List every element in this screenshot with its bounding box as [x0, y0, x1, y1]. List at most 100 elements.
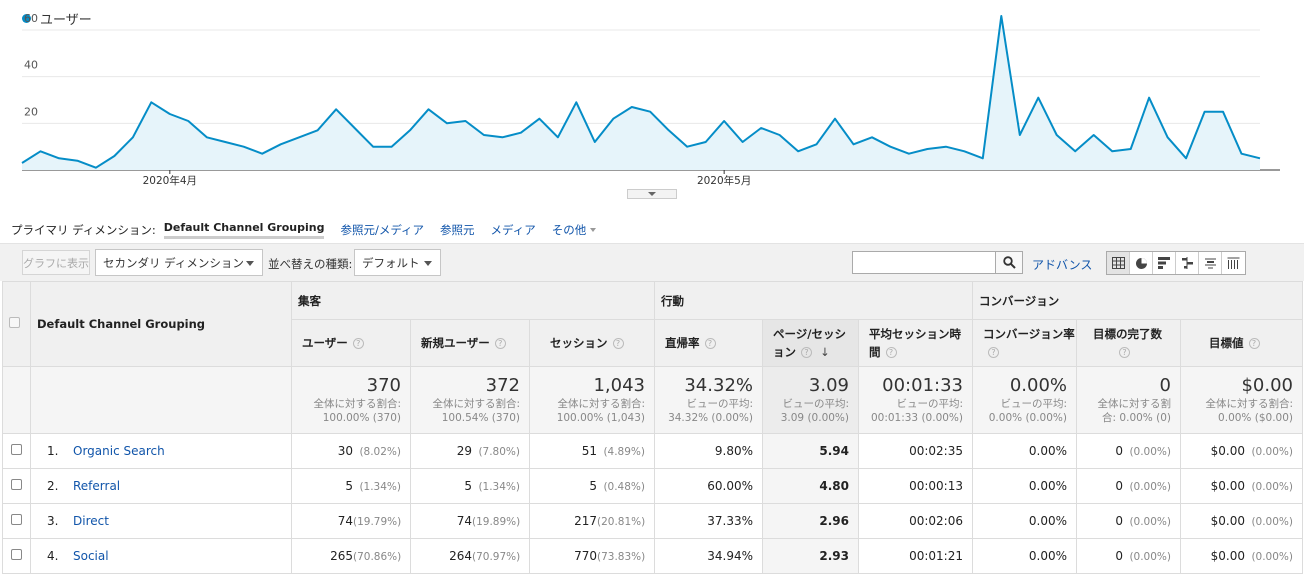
new-users-value: 29 [456, 444, 472, 458]
conversion-rate-value: 0.00% [1028, 549, 1067, 563]
conversion-rate-cell: 0.00% [972, 468, 1077, 504]
x-tick-label: 2020年5月 [697, 174, 751, 187]
help-icon[interactable]: ? [801, 347, 812, 358]
total-value: 370 [366, 375, 401, 396]
goal-value-value: $0.00 [1210, 444, 1245, 458]
table-row: 4. Social 265(70.86%) 264(70.97%) 770(73.83%… [2, 538, 1303, 574]
total-cell: 372 全体に対する割合: 100.54% (370) [410, 366, 530, 434]
column-label: 目標値 [1209, 336, 1244, 350]
channel-link[interactable]: Referral [73, 479, 120, 493]
sessions-cell: 770(73.83%) [529, 538, 655, 574]
column-header-goal-value[interactable]: 目標値? [1180, 319, 1303, 367]
goal-value-value: $0.00 [1210, 549, 1245, 563]
sort-type-select[interactable]: デフォルト [354, 249, 441, 276]
conversion-rate-value: 0.00% [1028, 444, 1067, 458]
totals-label-cell [30, 366, 292, 434]
row-checkbox-cell [2, 503, 31, 539]
plot-rows-button[interactable]: グラフに表示 [22, 250, 90, 275]
view-pivot-button[interactable] [1222, 252, 1245, 274]
column-header-avg-session-duration[interactable]: 平均セッション時間? [858, 319, 973, 367]
channel-link[interactable]: Direct [73, 514, 109, 528]
help-icon[interactable]: ? [352, 338, 364, 349]
column-header-bounce-rate[interactable]: 直帰率? [654, 319, 763, 367]
avg-session-duration-value: 00:00:13 [909, 479, 963, 493]
pie-chart-icon [1135, 257, 1147, 269]
column-label: 目標の完了数 [1093, 327, 1162, 341]
advanced-filter-link[interactable]: アドバンス [1032, 256, 1092, 273]
select-all-checkbox[interactable] [9, 317, 20, 328]
total-caption-detail: 34.32% (0.00%) [668, 412, 753, 424]
caret-down-icon [424, 261, 432, 266]
total-caption: 全体に対する割 [1097, 398, 1172, 410]
secondary-dimension-select[interactable]: セカンダリ ディメンション [95, 249, 263, 276]
help-icon[interactable]: ? [612, 338, 624, 349]
sessions-value: 217 [574, 514, 597, 528]
sort-type-value: デフォルト [362, 255, 420, 270]
pages-per-session-cell: 4.80 [762, 468, 859, 504]
total-cell: 34.32% ビューの平均: 34.32% (0.00%) [654, 366, 763, 434]
chart-collapse-handle[interactable] [627, 189, 677, 199]
view-performance-button[interactable] [1153, 252, 1176, 274]
total-caption-detail: 0.00% (0.00%) [988, 412, 1067, 424]
total-value: 34.32% [684, 375, 753, 396]
help-icon[interactable]: ? [1248, 338, 1260, 349]
row-checkbox[interactable] [11, 479, 22, 490]
column-header-users[interactable]: ユーザー? [291, 319, 411, 367]
channel-link[interactable]: Organic Search [73, 444, 165, 458]
goal-completions-value: 0 [1115, 514, 1123, 528]
percent-of-total: (0.48%) [603, 481, 645, 493]
total-caption-detail: 00:01:33 (0.00%) [870, 412, 963, 424]
column-header-new-users[interactable]: 新規ユーザー? [410, 319, 530, 367]
table-search-input[interactable] [852, 251, 996, 274]
group-header-acquisition: 集客 [291, 281, 655, 320]
dimension-medium[interactable]: メディア [491, 222, 536, 238]
users-value: 30 [337, 444, 353, 458]
total-cell: 00:01:33 ビューの平均: 00:01:33 (0.00%) [858, 366, 973, 434]
term-cloud-icon [1204, 258, 1216, 269]
dimension-column-header[interactable]: Default Channel Grouping [30, 281, 292, 367]
dimension-source[interactable]: 参照元 [440, 222, 475, 238]
totals-checkbox-cell [2, 366, 31, 434]
row-checkbox[interactable] [11, 444, 22, 455]
column-header-conversion-rate[interactable]: コンバージョン率? [972, 319, 1077, 367]
column-header-sessions[interactable]: セッション? [529, 319, 655, 367]
row-checkbox[interactable] [11, 514, 22, 525]
channel-link[interactable]: Social [73, 549, 109, 563]
dimension-source-medium[interactable]: 参照元/メディア [340, 222, 424, 238]
total-caption: ビューの平均: [686, 398, 753, 410]
percent-of-total: (20.81%) [597, 516, 646, 528]
help-icon[interactable]: ? [1119, 347, 1130, 358]
view-comparison-button[interactable] [1176, 252, 1199, 274]
view-pie-button[interactable] [1130, 252, 1153, 274]
percent-of-total: (0.00%) [1251, 481, 1293, 493]
view-table-button[interactable] [1107, 252, 1130, 274]
bounce-rate-cell: 9.80% [654, 433, 763, 469]
help-icon[interactable]: ? [494, 338, 506, 349]
search-button[interactable] [996, 251, 1023, 274]
goal-value-value: $0.00 [1210, 514, 1245, 528]
column-label: コンバージョン率 [983, 327, 1075, 341]
users-cell: 265(70.86%) [291, 538, 411, 574]
view-term-cloud-button[interactable] [1199, 252, 1222, 274]
y-tick-label: 20 [24, 105, 38, 118]
dimension-cell: 2. Referral [30, 468, 292, 504]
row-checkbox-cell [2, 468, 31, 504]
users-cell: 5 (1.34%) [291, 468, 411, 504]
column-label: セッション [550, 336, 608, 350]
column-header-pages-per-session[interactable]: ページ/セッション? ↓ [762, 319, 859, 367]
conversion-rate-cell: 0.00% [972, 538, 1077, 574]
row-checkbox[interactable] [11, 549, 22, 560]
total-caption-detail: 100.00% (370) [322, 412, 401, 424]
view-switcher [1106, 251, 1246, 275]
row-index: 3. [47, 514, 59, 528]
new-users-cell: 5 (1.34%) [410, 468, 530, 504]
dimension-default-channel-grouping[interactable]: Default Channel Grouping [163, 221, 325, 239]
help-icon[interactable]: ? [988, 347, 999, 358]
new-users-value: 264 [449, 549, 472, 563]
dimension-more-dropdown[interactable]: その他 [552, 222, 597, 238]
help-icon[interactable]: ? [704, 338, 716, 349]
series-area [22, 16, 1260, 170]
help-icon[interactable]: ? [885, 347, 897, 358]
percent-of-total: (0.00%) [1251, 516, 1293, 528]
column-header-goal-completions[interactable]: 目標の完了数? [1076, 319, 1181, 367]
